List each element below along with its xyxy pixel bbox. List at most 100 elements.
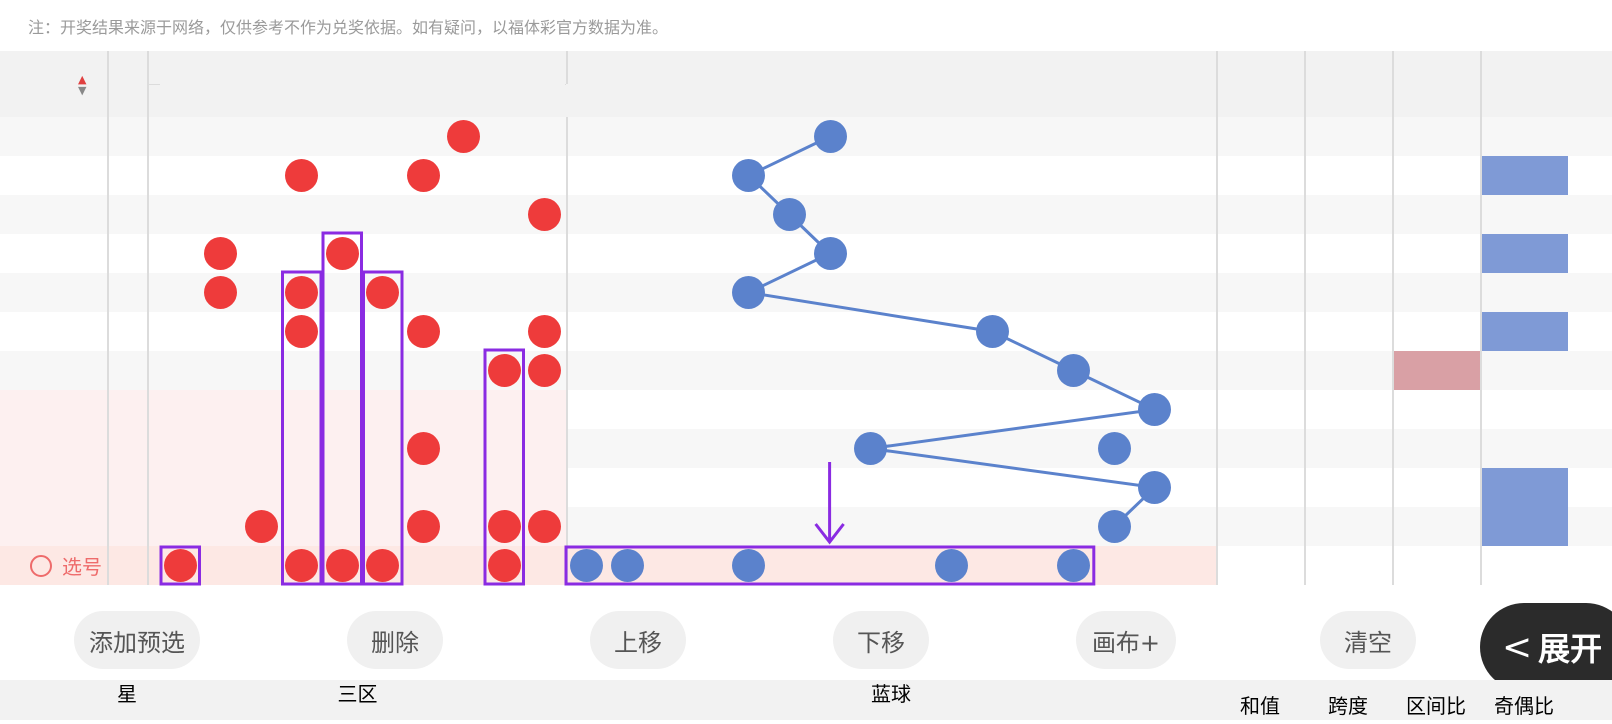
blue-select-ball[interactable] xyxy=(1175,546,1216,585)
red-ball-hit xyxy=(244,510,278,543)
blue-miss-cell xyxy=(850,351,891,390)
blue-select-ball[interactable] xyxy=(1013,546,1054,585)
red-miss-cell xyxy=(484,195,525,234)
blue-column-header xyxy=(850,84,891,117)
span-cell xyxy=(1306,468,1392,507)
blue-miss-cell xyxy=(1094,117,1135,156)
blue-select-ball-selected[interactable] xyxy=(610,549,644,582)
red-select-ball-selected[interactable] xyxy=(325,549,359,582)
blue-select-ball[interactable] xyxy=(1094,546,1135,585)
blue-miss-cell xyxy=(728,117,769,156)
red-ball-hit xyxy=(406,432,440,465)
period-cell xyxy=(0,312,107,351)
red-ball-hit xyxy=(285,315,318,348)
blue-miss-cell xyxy=(566,468,607,507)
blue-ball-hit xyxy=(976,315,1009,348)
blue-miss-cell xyxy=(728,468,769,507)
sort-icon[interactable]: ▲ xyxy=(78,74,86,85)
red-miss-cell xyxy=(241,312,282,351)
red-select-ball-selected[interactable] xyxy=(163,549,197,582)
blue-miss-cell xyxy=(647,507,688,546)
move-up-button[interactable]: 上移 xyxy=(590,611,686,669)
red-miss-cell xyxy=(241,156,282,195)
red-miss-cell xyxy=(403,195,444,234)
red-miss-cell xyxy=(201,390,242,429)
blue-miss-cell xyxy=(647,234,688,273)
period-cell xyxy=(0,390,107,429)
red-ball-hit xyxy=(487,354,521,387)
red-ball-hit xyxy=(528,198,561,231)
red-miss-cell xyxy=(403,468,444,507)
red-miss-cell xyxy=(160,156,201,195)
disclaimer-note: 注：开奖结果来源于网络，仅供参考不作为兑奖依据。如有疑问，以福体彩官方数据为准。 xyxy=(28,18,669,37)
blue-miss-cell xyxy=(566,234,607,273)
red-select-ball[interactable] xyxy=(241,546,282,585)
red-select-ball[interactable] xyxy=(403,546,444,585)
red-select-ball[interactable] xyxy=(201,546,242,585)
header-oddeven xyxy=(1482,51,1568,117)
expand-button[interactable]: < 展开 xyxy=(1480,603,1612,691)
blue-select-ball[interactable] xyxy=(810,546,851,585)
blue-select-ball-selected[interactable] xyxy=(1057,549,1091,582)
blue-miss-cell xyxy=(850,507,891,546)
sum-cell xyxy=(1218,429,1304,468)
canvas-plus-button[interactable]: 画布+ xyxy=(1076,611,1176,669)
blue-select-ball[interactable] xyxy=(891,546,932,585)
blue-select-ball[interactable] xyxy=(972,546,1013,585)
red-miss-cell xyxy=(525,390,566,429)
ratio-cell xyxy=(1394,273,1480,312)
red-select-ball-selected[interactable] xyxy=(285,549,318,582)
blue-miss-cell xyxy=(769,273,810,312)
move-down-button[interactable]: 下移 xyxy=(833,611,929,669)
red-miss-cell xyxy=(160,468,201,507)
expand-label: 展开 xyxy=(1538,630,1603,668)
span-cell xyxy=(1306,390,1392,429)
chevron-left-icon: < xyxy=(1502,626,1533,668)
oddeven-cell xyxy=(1482,312,1568,351)
blue-column-header xyxy=(769,84,810,117)
blue-miss-cell xyxy=(1013,507,1054,546)
sum-cell xyxy=(1218,156,1304,195)
blue-miss-cell xyxy=(688,195,729,234)
red-miss-cell xyxy=(282,507,323,546)
blue-select-ball[interactable] xyxy=(688,546,729,585)
blue-miss-cell xyxy=(607,156,648,195)
blue-select-ball-selected[interactable] xyxy=(570,549,603,582)
red-select-ball[interactable] xyxy=(444,546,485,585)
sum-cell xyxy=(1218,312,1304,351)
sort-icon-down[interactable]: ▼ xyxy=(78,85,86,96)
blue-ball-hit xyxy=(1057,354,1091,387)
oddeven-cell xyxy=(1482,390,1568,429)
red-miss-cell xyxy=(525,117,566,156)
blue-ball-hit xyxy=(773,198,806,231)
red-miss-cell xyxy=(484,234,525,273)
red-miss-cell xyxy=(160,429,201,468)
blue-miss-cell xyxy=(1053,390,1094,429)
blue-select-ball[interactable] xyxy=(1134,546,1175,585)
select-number-toggle[interactable]: 选号 xyxy=(30,546,130,585)
blue-miss-cell xyxy=(688,273,729,312)
red-miss-cell xyxy=(160,351,201,390)
ratio-cell xyxy=(1394,390,1480,429)
blue-miss-cell xyxy=(810,351,851,390)
red-miss-cell xyxy=(282,195,323,234)
red-select-ball[interactable] xyxy=(525,546,566,585)
add-preselect-button[interactable]: 添加预选 xyxy=(74,611,200,669)
blue-select-ball[interactable] xyxy=(647,546,688,585)
blue-miss-cell xyxy=(1013,117,1054,156)
blue-miss-cell xyxy=(566,390,607,429)
blue-select-ball[interactable] xyxy=(769,546,810,585)
clear-button[interactable]: 清空 xyxy=(1320,611,1416,669)
blue-miss-cell xyxy=(972,195,1013,234)
red-select-ball-selected[interactable] xyxy=(366,549,399,582)
blue-select-ball[interactable] xyxy=(850,546,891,585)
header-week-bottom xyxy=(109,85,147,115)
blue-miss-cell xyxy=(1013,351,1054,390)
span-cell xyxy=(1306,273,1392,312)
delete-button[interactable]: 删除 xyxy=(347,611,443,669)
blue-miss-cell xyxy=(850,117,891,156)
red-select-ball-selected[interactable] xyxy=(487,549,521,582)
sum-cell xyxy=(1218,390,1304,429)
header-period xyxy=(0,51,107,117)
blue-miss-cell xyxy=(769,429,810,468)
